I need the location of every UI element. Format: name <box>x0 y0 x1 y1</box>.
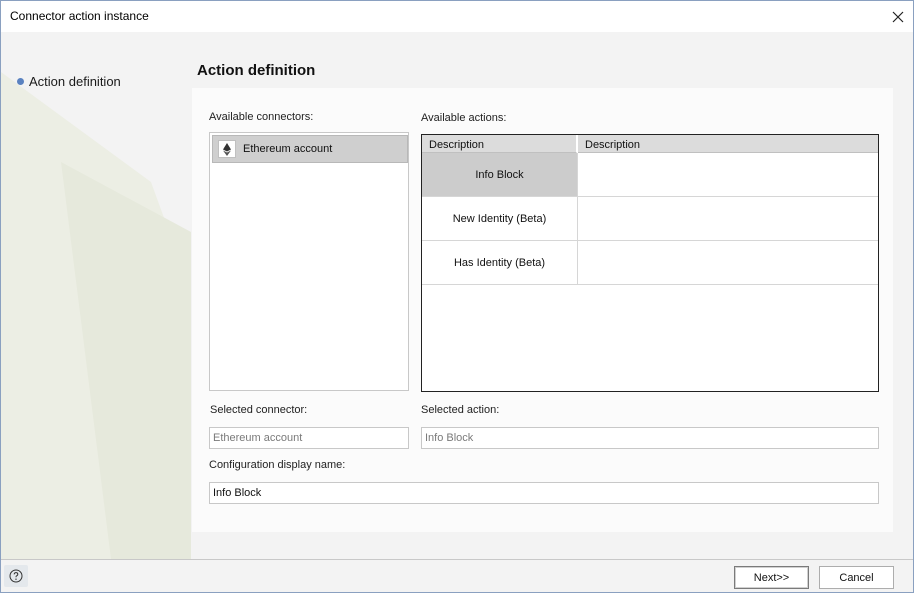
action-name-cell: Has Identity (Beta) <box>422 241 578 284</box>
next-button[interactable]: Next>> <box>734 566 809 589</box>
actions-table[interactable]: Description Description Info Block New I… <box>421 134 879 392</box>
dialog-footer: Next>> Cancel <box>1 559 913 592</box>
column-header-description-2[interactable]: Description <box>578 135 878 153</box>
content-panel: Available connectors: Available actions:… <box>192 88 893 532</box>
config-display-name-label: Configuration display name: <box>209 459 346 471</box>
available-connectors-label: Available connectors: <box>209 111 314 123</box>
title-bar: Connector action instance <box>1 1 913 32</box>
action-name-cell: New Identity (Beta) <box>422 197 578 240</box>
action-description-cell <box>578 153 878 196</box>
dialog-body: Action definition Action definition Avai… <box>1 32 913 559</box>
selected-connector-field: Ethereum account <box>209 427 409 449</box>
action-name-cell: Info Block <box>422 153 578 196</box>
window-title: Connector action instance <box>10 9 149 23</box>
dialog-window: Connector action instance Action definit… <box>0 0 914 593</box>
nav-item-label: Action definition <box>29 74 121 89</box>
list-item-label: Ethereum account <box>243 143 333 155</box>
help-button[interactable] <box>4 565 28 587</box>
connectors-list[interactable]: Ethereum account <box>209 132 409 391</box>
table-row[interactable]: Info Block <box>422 153 878 197</box>
close-button[interactable] <box>883 1 913 32</box>
table-row[interactable]: Has Identity (Beta) <box>422 241 878 285</box>
selected-connector-label: Selected connector: <box>210 404 308 416</box>
ethereum-icon <box>218 140 236 158</box>
action-description-cell <box>578 197 878 240</box>
table-row[interactable]: New Identity (Beta) <box>422 197 878 241</box>
selected-action-field: Info Block <box>421 427 879 449</box>
action-description-cell <box>578 241 878 284</box>
bullet-icon <box>17 78 24 85</box>
list-item-ethereum-account[interactable]: Ethereum account <box>212 135 408 163</box>
page-title: Action definition <box>197 62 316 79</box>
available-actions-label: Available actions: <box>421 112 507 124</box>
cancel-button[interactable]: Cancel <box>819 566 894 589</box>
column-header-description[interactable]: Description <box>422 135 577 153</box>
nav-item-action-definition[interactable]: Action definition <box>17 74 121 89</box>
close-icon <box>892 11 904 22</box>
help-icon <box>9 569 23 583</box>
config-display-name-input[interactable]: Info Block <box>209 482 879 504</box>
selected-action-label: Selected action: <box>421 404 500 416</box>
